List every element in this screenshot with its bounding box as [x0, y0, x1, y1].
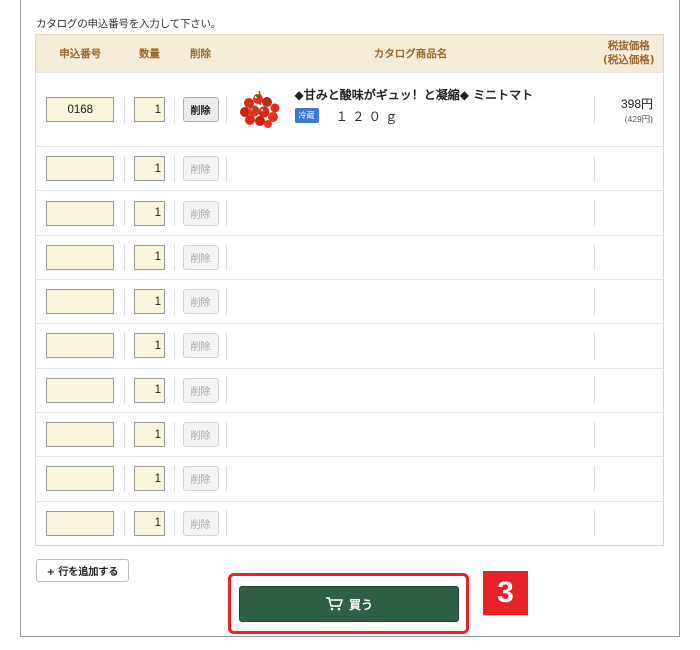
order-code-input[interactable]: [46, 156, 115, 182]
product-cell: [226, 190, 595, 236]
delete-button[interactable]: 削除: [182, 97, 219, 123]
order-code-input[interactable]: [46, 377, 115, 403]
cherry-tomato-icon: [239, 90, 279, 128]
product-cell: [226, 146, 595, 191]
order-code-input[interactable]: [46, 333, 115, 359]
product-name: ◆甘みと酸味がギュッ！と凝縮◆ ミニトマト: [294, 88, 534, 102]
header-price-line2: (税込価格): [602, 53, 655, 66]
quantity-input[interactable]: [134, 377, 165, 403]
refrigerated-badge: 冷蔵: [294, 108, 319, 123]
quantity-input[interactable]: [134, 244, 165, 270]
delete-button[interactable]: 削除: [182, 289, 219, 315]
quantity-input[interactable]: [134, 466, 165, 492]
table-row: 削除: [35, 146, 664, 191]
order-code-input[interactable]: [46, 244, 115, 270]
product-cell: [226, 278, 595, 324]
quantity-input[interactable]: [134, 200, 165, 226]
order-code-input[interactable]: [46, 289, 115, 315]
price-cell: [594, 323, 664, 369]
price-incl-tax: (429円): [624, 113, 653, 124]
product-cell: [226, 411, 595, 457]
price-cell: [594, 500, 664, 546]
price-cell: [594, 190, 664, 236]
quantity-input[interactable]: [134, 510, 165, 536]
price-cell: [594, 146, 664, 191]
product-cell: [226, 323, 595, 369]
header-price-line1: 税抜価格: [607, 40, 650, 53]
price-cell: 398円 (429円): [594, 71, 664, 147]
order-table: 申込番号 数量 削除 カタログ商品名 税抜価格 (税込価格) 削除: [35, 34, 664, 546]
table-row: 削除: [35, 500, 664, 546]
step-number-badge: 3: [483, 571, 528, 615]
order-code-input[interactable]: [46, 200, 115, 226]
price-cell: [594, 367, 664, 413]
quantity-input[interactable]: [134, 156, 165, 182]
header-quantity: 数量: [124, 34, 175, 73]
product-cell: [226, 456, 595, 502]
buy-button-label: 買う: [348, 597, 373, 612]
add-row-button[interactable]: + 行を追加する: [36, 559, 129, 582]
delete-button[interactable]: 削除: [182, 200, 219, 226]
delete-button[interactable]: 削除: [182, 333, 219, 359]
quantity-input[interactable]: [134, 333, 165, 359]
header-code: 申込番号: [35, 34, 125, 73]
product-cell: [226, 367, 595, 413]
product-cell: [226, 500, 595, 546]
order-code-input[interactable]: [46, 422, 115, 448]
instruction-text: カタログの申込番号を入力して下さい。: [36, 18, 222, 30]
product-cell: [226, 234, 595, 280]
order-code-input[interactable]: [46, 510, 115, 536]
product-weight: １２０ｇ: [335, 109, 402, 124]
quantity-input[interactable]: [134, 422, 165, 448]
delete-button[interactable]: 削除: [182, 510, 219, 536]
delete-button[interactable]: 削除: [182, 377, 219, 403]
table-row: 削除: [35, 367, 664, 413]
price-cell: [594, 278, 664, 324]
order-code-input[interactable]: [46, 466, 115, 492]
delete-button[interactable]: 削除: [182, 466, 219, 492]
table-row: 削除: [35, 411, 664, 457]
buy-button[interactable]: 買う: [239, 586, 459, 622]
price-cell: [594, 456, 664, 502]
table-row: 削除: [35, 234, 664, 280]
table-header: 申込番号 数量 削除 カタログ商品名 税抜価格 (税込価格): [35, 34, 664, 73]
quantity-input[interactable]: [134, 289, 165, 315]
price-excl-tax: 398円: [620, 96, 653, 111]
delete-button[interactable]: 削除: [182, 422, 219, 448]
price-cell: [594, 411, 664, 457]
table-row: 削除: [35, 71, 664, 147]
table-row: 削除: [35, 278, 664, 324]
header-price: 税抜価格 (税込価格): [594, 34, 664, 73]
table-row: 削除: [35, 456, 664, 502]
header-delete: 削除: [174, 34, 227, 73]
price-cell: [594, 234, 664, 280]
delete-button[interactable]: 削除: [182, 244, 219, 270]
product-cell: ◆甘みと酸味がギュッ！と凝縮◆ ミニトマト 冷蔵 １２０ｇ: [226, 71, 595, 147]
cart-icon: [325, 597, 343, 611]
table-row: 削除: [35, 190, 664, 236]
table-row: 削除: [35, 323, 664, 369]
header-product: カタログ商品名: [226, 34, 595, 73]
delete-button[interactable]: 削除: [182, 156, 219, 182]
quantity-input[interactable]: [134, 97, 165, 123]
order-code-input[interactable]: [46, 97, 115, 123]
